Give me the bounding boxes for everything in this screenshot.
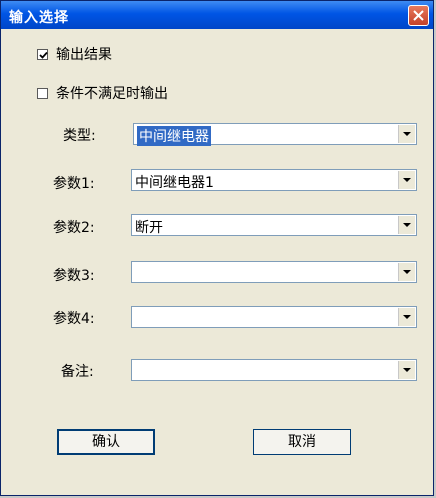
close-icon <box>413 10 424 21</box>
chevron-down-icon <box>403 368 411 372</box>
window-title: 输入选择 <box>9 10 69 26</box>
confirm-button[interactable]: 确认 <box>57 429 155 455</box>
param4-select[interactable] <box>131 306 417 328</box>
param2-dropdown-button[interactable] <box>398 216 415 234</box>
remark-select[interactable] <box>131 359 417 381</box>
dialog-content: 输出结果 条件不满足时输出 类型: 中间继电器 参数1: 中间继电器1 参数2:… <box>1 29 433 497</box>
param2-select[interactable]: 断开 <box>131 214 417 236</box>
param2-select-value: 断开 <box>135 220 163 236</box>
param1-select-value: 中间继电器1 <box>135 175 214 191</box>
chevron-down-icon <box>403 178 411 182</box>
close-button[interactable] <box>408 5 429 26</box>
param1-label: 参数1: <box>53 176 95 192</box>
dialog-window: 输入选择 输出结果 条件不满足时输出 类型: 中间继电器 参数1: 中间继电器1… <box>0 0 434 496</box>
output-result-checkbox-row[interactable]: 输出结果 <box>37 44 112 64</box>
chevron-down-icon <box>403 315 411 319</box>
param3-label: 参数3: <box>53 268 95 284</box>
output-when-unmet-checkbox-row[interactable]: 条件不满足时输出 <box>37 83 168 103</box>
param4-dropdown-button[interactable] <box>398 308 415 326</box>
param1-dropdown-button[interactable] <box>398 171 415 189</box>
chevron-down-icon <box>403 223 411 227</box>
chevron-down-icon <box>403 132 411 136</box>
remark-dropdown-button[interactable] <box>398 361 415 379</box>
chevron-down-icon <box>403 270 411 274</box>
output-when-unmet-label: 条件不满足时输出 <box>56 86 168 102</box>
type-select-value: 中间继电器 <box>137 126 211 146</box>
param1-select[interactable]: 中间继电器1 <box>131 169 417 191</box>
cancel-button[interactable]: 取消 <box>253 429 351 455</box>
output-result-checkbox[interactable] <box>37 48 48 60</box>
param4-label: 参数4: <box>53 311 95 327</box>
output-when-unmet-checkbox[interactable] <box>37 87 48 99</box>
param3-select[interactable] <box>131 261 417 283</box>
param3-dropdown-button[interactable] <box>398 263 415 281</box>
param2-label: 参数2: <box>53 220 95 236</box>
remark-label: 备注: <box>61 364 94 380</box>
type-dropdown-button[interactable] <box>398 125 415 143</box>
type-label: 类型: <box>63 128 96 144</box>
type-select[interactable]: 中间继电器 <box>133 123 417 146</box>
output-result-label: 输出结果 <box>56 47 112 63</box>
title-bar[interactable]: 输入选择 <box>1 1 433 29</box>
checkmark-icon <box>39 51 48 59</box>
